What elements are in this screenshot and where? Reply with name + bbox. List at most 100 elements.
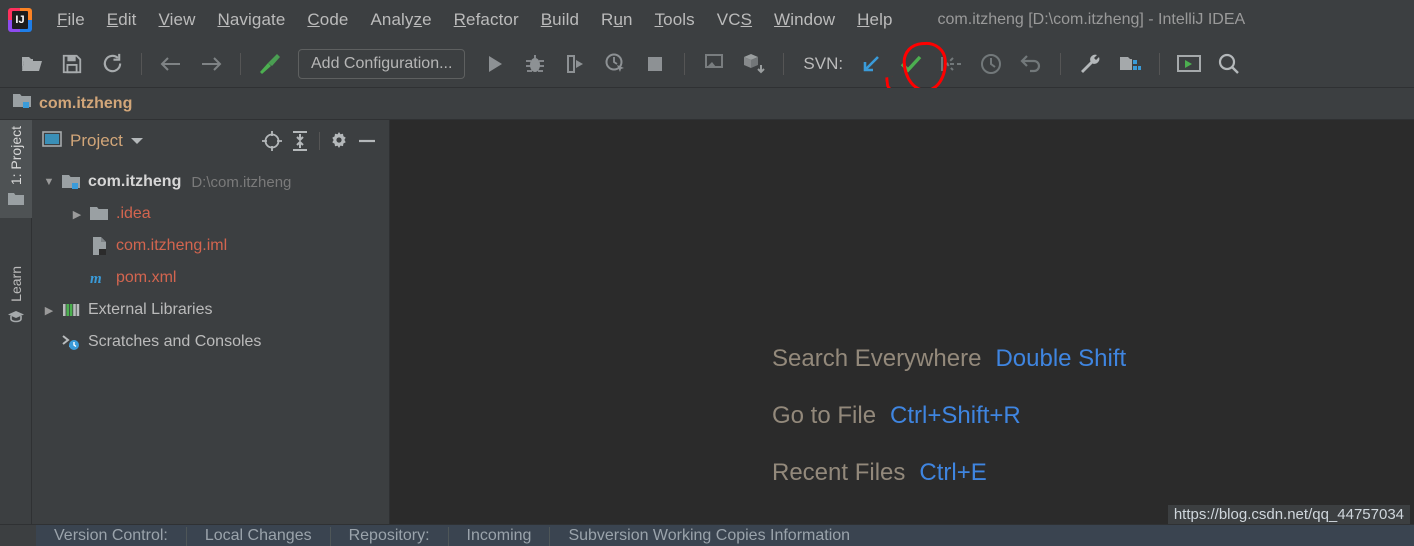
folder-icon: [88, 205, 110, 223]
menu-item-file[interactable]: File: [46, 8, 96, 32]
sidebar-item-project-label: 1: Project: [8, 126, 24, 186]
tree-node-label: pom.xml: [116, 269, 177, 286]
project-tool-window: Project ▼ com.itzheng D:\com.itzheng ▶ .idea…: [32, 120, 390, 524]
search-magnifier-icon[interactable]: [1214, 49, 1244, 79]
maven-pom-icon: m: [88, 269, 110, 287]
menu-item-build[interactable]: Build: [530, 8, 590, 32]
tree-node-path: D:\com.itzheng: [191, 173, 292, 191]
chevron-down-icon[interactable]: [123, 128, 151, 154]
menu-item-refactor[interactable]: Refactor: [443, 8, 530, 32]
toolbar-separator: [1060, 52, 1062, 75]
chevron-down-icon[interactable]: ▼: [38, 176, 60, 188]
gear-icon[interactable]: [325, 128, 353, 154]
project-module-folder-icon: [12, 92, 32, 115]
shortcut-hint-key: Ctrl+Shift+R: [890, 402, 1021, 429]
scroll-from-source-target-icon[interactable]: [258, 128, 286, 154]
presentation-window-icon[interactable]: [1174, 49, 1204, 79]
tree-node-label: com.itzheng: [88, 173, 182, 190]
shortcut-hint-name: Search Everywhere: [772, 345, 982, 372]
run-play-icon[interactable]: [480, 49, 510, 79]
menu-item-analyze[interactable]: Analyze: [359, 8, 442, 32]
menu-item-tools[interactable]: Tools: [644, 8, 706, 32]
build-hammer-icon[interactable]: [255, 49, 285, 79]
menu-item-navigate[interactable]: Navigate: [206, 8, 296, 32]
collapse-all-icon[interactable]: [286, 128, 314, 154]
external-libraries-icon: [60, 301, 82, 319]
project-tree: ▼ com.itzheng D:\com.itzheng ▶ .idea com.itzh…: [32, 162, 389, 358]
iml-module-file-icon: [88, 236, 110, 256]
svn-push-icon[interactable]: [936, 49, 966, 79]
menu-item-run[interactable]: Run: [590, 8, 644, 32]
toolbar-separator: [783, 52, 785, 75]
tree-node[interactable]: ▶ External Libraries: [32, 294, 389, 326]
menu-item-help[interactable]: Help: [846, 8, 903, 32]
tree-node-label: com.itzheng.iml: [116, 237, 228, 254]
svg-text:m: m: [90, 271, 102, 287]
open-folder-icon[interactable]: [17, 49, 47, 79]
project-structure-icon[interactable]: [1115, 49, 1145, 79]
save-all-icon[interactable]: [57, 49, 87, 79]
toolbar-separator: [240, 52, 241, 75]
project-panel-title: Project: [70, 131, 123, 150]
chevron-right-icon[interactable]: ▶: [66, 208, 88, 221]
menu-item-code[interactable]: Code: [296, 8, 359, 32]
menu-item-vcs[interactable]: VCS: [706, 8, 763, 32]
svn-rollback-undo-icon[interactable]: [1016, 49, 1046, 79]
arrow-back-icon[interactable]: [156, 49, 186, 79]
tree-node-label: .idea: [116, 205, 151, 222]
svn-update-arrow-icon[interactable]: [856, 49, 886, 79]
add-configuration-button[interactable]: Add Configuration...: [298, 48, 466, 79]
toolbar-separator: [141, 52, 142, 75]
svn-history-clock-icon[interactable]: [976, 49, 1006, 79]
debug-bug-icon[interactable]: [520, 49, 550, 79]
watermark-url: https://blog.csdn.net/qq_44757034: [1167, 505, 1410, 524]
shortcut-hint-row: Go to File Ctrl+Shift+R: [390, 402, 1414, 430]
tree-node[interactable]: com.itzheng.iml: [32, 230, 389, 262]
tree-node[interactable]: ▶ .idea: [32, 198, 389, 230]
breadcrumb-label: com.itzheng: [39, 94, 133, 112]
bottom-tab[interactable]: Repository:: [331, 527, 449, 546]
arrow-forward-icon[interactable]: [196, 49, 226, 79]
graduation-cap-icon: [7, 308, 25, 335]
menu-item-window[interactable]: Window: [763, 8, 846, 32]
chevron-right-icon[interactable]: ▶: [38, 304, 60, 317]
toolbar-separator: [1159, 52, 1161, 75]
breadcrumb: com.itzheng: [0, 88, 1414, 120]
stop-square-icon[interactable]: [640, 49, 670, 79]
tree-node[interactable]: Scratches and Consoles: [32, 326, 389, 358]
scratches-consoles-icon: [60, 333, 82, 351]
toolbar-separator: [684, 52, 686, 75]
profiler-icon[interactable]: [600, 49, 630, 79]
tree-node[interactable]: ▼ com.itzheng D:\com.itzheng: [32, 166, 389, 198]
project-root-folder-icon: [60, 173, 82, 191]
intellij-idea-window: IJ File Edit View Navigate Code Analyze Refact…: [0, 0, 1414, 546]
bottom-tab[interactable]: Version Control:: [36, 527, 187, 546]
svn-commit-check-icon[interactable]: [896, 49, 926, 79]
svn-label: SVN:: [803, 53, 844, 73]
bottom-tab[interactable]: Incoming: [449, 527, 551, 546]
main-toolbar: Add Configuration... SVN:: [0, 40, 1414, 88]
run-with-coverage-icon[interactable]: [560, 49, 590, 79]
package-download-icon[interactable]: [739, 49, 769, 79]
shortcut-hint-name: Go to File: [772, 402, 877, 429]
shortcut-hint-name: Recent Files: [772, 459, 906, 486]
bottom-tab[interactable]: Subversion Working Copies Information: [550, 527, 868, 546]
menu-item-edit[interactable]: Edit: [96, 8, 148, 32]
folder-icon: [7, 191, 25, 218]
menu-item-view[interactable]: View: [148, 8, 207, 32]
tree-node[interactable]: m pom.xml: [32, 262, 389, 294]
bottom-tool-window-bar: Version Control: Local Changes Repository:…: [0, 524, 1414, 546]
shortcut-hint-key: Ctrl+E: [919, 459, 987, 486]
hide-minimize-icon[interactable]: [353, 128, 381, 154]
sync-refresh-icon[interactable]: [97, 49, 127, 79]
shortcut-hint-row: Search Everywhere Double Shift: [390, 345, 1414, 373]
attach-debugger-icon[interactable]: [699, 49, 729, 79]
sidebar-item-project[interactable]: 1: Project: [0, 120, 32, 219]
wrench-settings-icon[interactable]: [1075, 49, 1105, 79]
tree-node-label: Scratches and Consoles: [88, 333, 262, 350]
bottom-tab[interactable]: Local Changes: [187, 527, 331, 546]
tree-node-label: External Libraries: [88, 301, 213, 318]
menu-bar: IJ File Edit View Navigate Code Analyze Refact…: [0, 0, 1414, 40]
sidebar-item-learn[interactable]: Learn: [0, 260, 32, 335]
editor-empty-area: Search Everywhere Double Shift Go to File C…: [390, 120, 1414, 524]
